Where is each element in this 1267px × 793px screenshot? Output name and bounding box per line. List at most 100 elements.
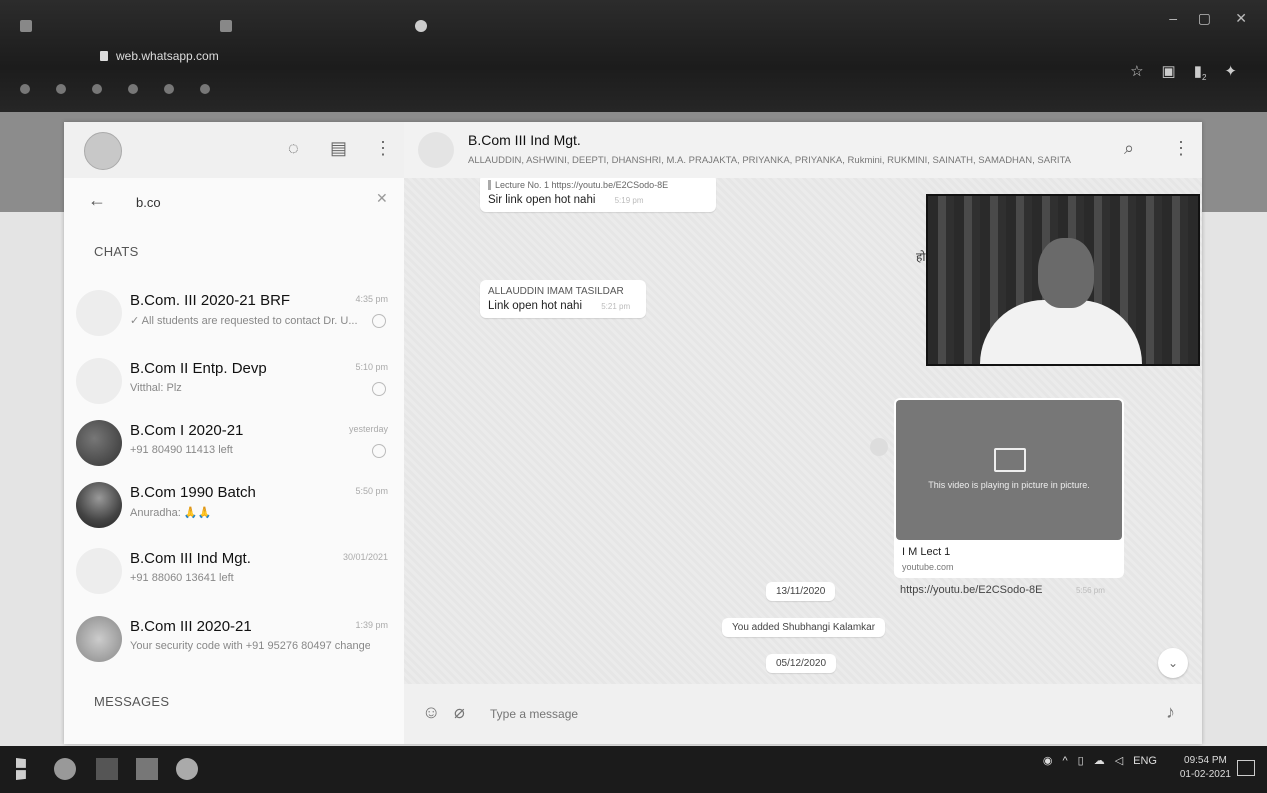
whatsapp-icon	[415, 20, 427, 32]
conversation-header[interactable]: B.Com III Ind Mgt. ALLAUDDIN, ASHWINI, D…	[404, 122, 1202, 179]
tab-active-whatsapp[interactable]	[415, 14, 595, 38]
windows-start-icon[interactable]	[16, 758, 26, 780]
volume-icon[interactable]: ◁	[1115, 754, 1123, 767]
search-input[interactable]	[134, 190, 358, 214]
chrome-icon[interactable]	[176, 758, 198, 780]
chat-item[interactable]: B.Com III Ind Mgt. +91 88060 13641 left …	[64, 540, 404, 602]
group-avatar[interactable]	[418, 132, 454, 168]
url-text: web.whatsapp.com	[116, 49, 219, 63]
minimize-button[interactable]: –	[1169, 10, 1177, 26]
bookmark-icon	[200, 83, 210, 94]
video-person-head	[1038, 238, 1094, 308]
chat-time: 30/01/2021	[342, 552, 388, 562]
my-avatar[interactable]	[84, 132, 122, 170]
bookmark-item[interactable]	[200, 83, 214, 95]
chat-name: B.Com. III 2020-21 BRF	[130, 292, 291, 309]
microphone-icon[interactable]: ♪	[1166, 702, 1175, 723]
menu-icon[interactable]: ⋮	[1172, 138, 1190, 159]
bookmark-icon	[92, 83, 102, 94]
chats-section-label: CHATS	[94, 244, 139, 259]
menu-icon[interactable]: ⋮	[374, 138, 392, 159]
chat-avatar	[76, 358, 122, 404]
chat-item[interactable]: B.Com. III 2020-21 BRF ✓ All students ar…	[64, 282, 404, 344]
taskview-icon[interactable]	[96, 758, 118, 780]
chat-preview: +91 80490 11413 left	[130, 444, 233, 456]
back-arrow-icon[interactable]: ←	[88, 190, 106, 211]
composer: ☺ ⌀ ♪	[404, 684, 1202, 744]
tab-inactive[interactable]	[20, 14, 180, 38]
chat-time: 5:50 pm	[355, 486, 388, 496]
chat-time: yesterday	[348, 424, 388, 434]
message-sender: ALLAUDDIN IMAM TASILDAR	[488, 286, 624, 297]
chat-item[interactable]: B.Com II Entp. Devp Vitthal: Plz 5:10 pm	[64, 350, 404, 412]
attach-icon[interactable]: ⌀	[454, 702, 465, 723]
system-message: You added Shubhangi Kalamkar	[722, 618, 886, 637]
bookmark-item[interactable]	[164, 83, 178, 95]
video-thumbnail[interactable]: This video is playing in picture in pict…	[896, 400, 1122, 540]
sidebar: ◌ ▤ ⋮ ← ✕ CHATS B.Com. III 2020-21 BRF ✓…	[64, 122, 405, 744]
conversation-title: B.Com III Ind Mgt.	[468, 132, 581, 148]
muted-badge-icon	[372, 382, 386, 396]
forward-icon[interactable]	[870, 438, 888, 456]
message-bubble: ALLAUDDIN IMAM TASILDAR Link open hot na…	[480, 280, 646, 318]
chat-preview: Vitthal: Plz	[130, 382, 182, 394]
search-row: ← ✕	[64, 178, 404, 224]
chevron-up-icon[interactable]: ^	[1062, 755, 1067, 767]
chat-item[interactable]: B.Com I 2020-21 +91 80490 11413 left yes…	[64, 412, 404, 474]
link-preview-card[interactable]: This video is playing in picture in pict…	[894, 398, 1124, 578]
bookmark-item[interactable]	[56, 83, 70, 95]
bookmark-icon	[128, 83, 138, 94]
address-bar[interactable]: web.whatsapp.com	[100, 42, 1240, 70]
sidebar-header: ◌ ▤ ⋮	[64, 122, 404, 178]
chat-preview: +91 88060 13641 left	[130, 572, 234, 584]
chat-time: 1:39 pm	[355, 620, 388, 630]
bookmark-item[interactable]	[20, 83, 34, 95]
clear-search-icon[interactable]: ✕	[376, 190, 388, 207]
chat-item[interactable]: B.Com III 2020-21 Your security code wit…	[64, 608, 404, 670]
message-text: Sir link open hot nahi	[488, 194, 596, 206]
chat-preview: Anuradha: 🙏🙏	[130, 507, 212, 519]
cloud-icon[interactable]: ☁	[1094, 754, 1105, 767]
tab-favicon-icon	[20, 20, 32, 32]
language-indicator[interactable]: ENG	[1133, 755, 1157, 767]
message-time: 5:56 pm	[1076, 586, 1105, 595]
chat-avatar	[76, 616, 122, 662]
picture-in-picture-icon	[994, 448, 1026, 472]
search-icon[interactable]: ⌕	[1124, 138, 1134, 159]
chat-name: B.Com 1990 Batch	[130, 484, 256, 501]
bookmarks-bar	[20, 78, 1250, 100]
chat-name: B.Com III 2020-21	[130, 618, 252, 635]
network-icon[interactable]: ◉	[1043, 754, 1053, 767]
emoji-icon[interactable]: ☺	[422, 702, 440, 723]
message-link[interactable]: https://youtu.be/E2CSodo-8E	[900, 584, 1042, 596]
bookmark-item[interactable]	[128, 83, 142, 95]
message-time: 5:19 pm	[614, 196, 644, 205]
message-input[interactable]	[488, 700, 1132, 728]
status-icon[interactable]: ◌	[288, 138, 299, 159]
browser-chrome: – ▢ ✕ web.whatsapp.com ☆ ▣ ▮2 ✦	[0, 0, 1267, 112]
bookmark-icon	[164, 83, 174, 94]
chat-preview: Your security code with +91 95276 80497 …	[130, 640, 370, 652]
link-title: I M Lect 1	[902, 546, 951, 558]
close-window-button[interactable]: ✕	[1235, 10, 1247, 27]
message-time: 5:21 pm	[601, 302, 631, 311]
tab-inactive[interactable]	[220, 14, 400, 38]
chat-item[interactable]: B.Com 1990 Batch Anuradha: 🙏🙏 5:50 pm	[64, 474, 404, 536]
chat-preview: ✓ All students are requested to contact …	[130, 315, 358, 327]
message-text: Link open hot nahi	[488, 300, 582, 312]
battery-icon[interactable]: ▯	[1078, 754, 1084, 767]
search-taskbar-icon[interactable]	[54, 758, 76, 780]
scroll-down-button[interactable]: ⌄	[1158, 648, 1188, 678]
notification-icon[interactable]	[1237, 760, 1255, 776]
bookmark-icon	[20, 83, 30, 94]
file-explorer-icon[interactable]	[136, 758, 158, 780]
bookmark-item[interactable]	[92, 83, 106, 95]
maximize-button[interactable]: ▢	[1198, 10, 1211, 27]
new-chat-icon[interactable]: ▤	[330, 138, 347, 159]
tab-strip	[20, 6, 1200, 38]
taskbar-clock[interactable]: 09:54 PM 01-02-2021	[1180, 754, 1231, 782]
quoted-message: Lecture No. 1 https://youtu.be/E2CSodo-8…	[488, 180, 708, 190]
picture-in-picture-window[interactable]	[926, 194, 1200, 366]
windows-taskbar: ◉ ^ ▯ ☁ ◁ ENG 09:54 PM 01-02-2021	[0, 746, 1267, 793]
conversation-members: ALLAUDDIN, ASHWINI, DEEPTI, DHANSHRI, M.…	[468, 155, 1072, 166]
